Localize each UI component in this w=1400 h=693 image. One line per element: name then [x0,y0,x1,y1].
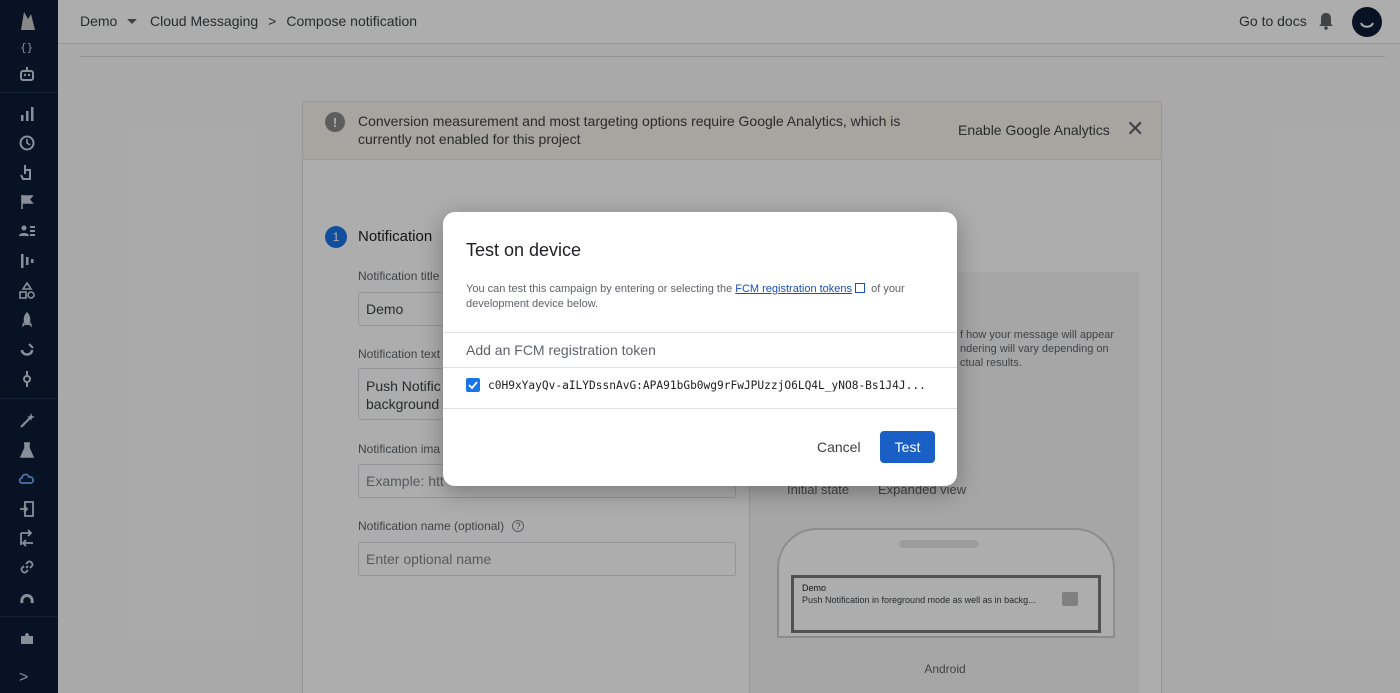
test-button[interactable]: Test [880,431,935,463]
token-value: c0H9xYayQv-aILYDssnAvG:APA91bGb0wg9rFwJP… [488,378,926,392]
dialog-title: Test on device [466,240,582,260]
token-row: c0H9xYayQv-aILYDssnAvG:APA91bGb0wg9rFwJP… [466,378,936,392]
token-input[interactable]: Add an FCM registration token [466,342,656,358]
dialog-intro-before: You can test this campaign by entering o… [466,283,736,295]
cancel-button[interactable]: Cancel [817,439,861,455]
token-checkbox[interactable] [466,378,480,392]
test-on-device-dialog: Test on device You can test this campaig… [443,212,957,486]
dialog-divider [443,408,957,409]
external-link-icon[interactable] [855,283,866,293]
dialog-divider [443,367,957,368]
dialog-intro: You can test this campaign by entering o… [466,282,926,312]
fcm-tokens-link[interactable]: FCM registration tokens [735,283,852,295]
dialog-divider [443,332,957,333]
check-icon [468,381,478,390]
